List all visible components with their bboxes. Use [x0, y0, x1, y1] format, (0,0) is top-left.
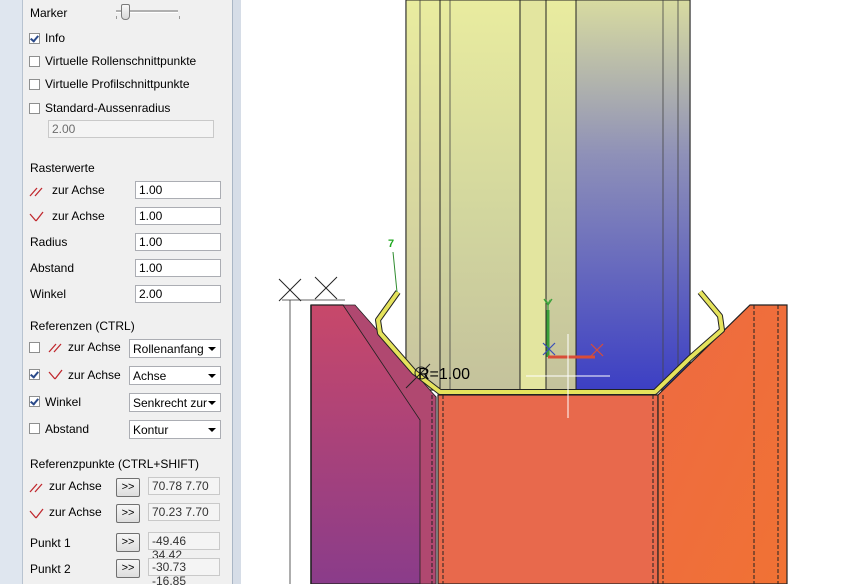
marker-label: Marker [30, 6, 68, 20]
perpendicular-icon [29, 508, 44, 519]
raster-zur-achse-parallel-input[interactable] [135, 181, 221, 199]
punkt-2-label: Punkt 2 [30, 562, 71, 576]
radius-annotation: R=1.00 [418, 366, 470, 383]
ref-abstand-select[interactable]: Kontur [129, 420, 221, 439]
ref-zur-achse-perpendicular-select[interactable]: Achse [129, 366, 221, 385]
marker-slider-thumb[interactable] [121, 4, 130, 20]
parallel-icon [29, 187, 43, 197]
marker-slider[interactable] [116, 4, 180, 22]
aussenradius-input[interactable] [48, 120, 214, 138]
ref-zur-achse-perpendicular-label: zur Achse [68, 368, 121, 382]
refpunkt-zur-achse-perpendicular-label: zur Achse [49, 505, 102, 519]
reference-cross-markers [278, 276, 338, 302]
info-label: Info [45, 31, 66, 45]
refpunkt-zur-achse-perpendicular-pick-button[interactable]: >> [116, 504, 140, 523]
ref-zur-achse-parallel-select-value: Rollenanfang [133, 342, 204, 356]
perpendicular-icon [48, 369, 63, 380]
ref-zur-achse-parallel-select[interactable]: Rollenanfang [129, 339, 221, 358]
chevron-down-icon [208, 374, 216, 378]
rasterwerte-heading: Rasterwerte [30, 161, 95, 175]
standard-aussenradius-label: Standard-Aussenradius [45, 101, 171, 115]
point-marker-leader [392, 251, 398, 293]
parallel-icon [29, 483, 43, 493]
ref-zur-achse-perpendicular-checkbox[interactable] [29, 369, 40, 380]
virtuelle-rollenschnittpunkte-checkbox[interactable] [29, 56, 40, 67]
ref-abstand-label: Abstand [45, 422, 90, 436]
chevron-down-icon [208, 428, 216, 432]
ref-abstand-select-value: Kontur [133, 423, 169, 437]
standard-aussenradius-checkbox[interactable] [29, 103, 40, 114]
punkt-1-value: -49.46 34.42 [148, 532, 220, 562]
ref-zur-achse-parallel-label: zur Achse [68, 340, 121, 354]
info-checkbox[interactable] [29, 33, 40, 44]
punkt-1-label: Punkt 1 [30, 536, 71, 550]
refpunkt-zur-achse-parallel-pick-button[interactable]: >> [116, 478, 140, 497]
upper-roll-right-face [575, 0, 691, 391]
chevron-down-icon [208, 347, 216, 351]
referenzpunkte-heading: Referenzpunkte (CTRL+SHIFT) [30, 457, 200, 471]
upper-roll-center-face [519, 0, 547, 391]
punkt-2-pick-button[interactable]: >> [116, 559, 140, 578]
raster-zur-achse-perpendicular-input[interactable] [135, 207, 221, 225]
ref-winkel-select-value: Senkrecht zur [133, 396, 208, 410]
punkt-1-pick-button[interactable]: >> [116, 533, 140, 552]
properties-panel: Marker Info Virtuelle Rollenschnittpunkt… [0, 0, 242, 588]
ref-zur-achse-parallel-checkbox[interactable] [29, 342, 40, 353]
raster-zur-achse-perpendicular-label: zur Achse [52, 209, 105, 223]
raster-abstand-input[interactable] [135, 259, 221, 277]
ref-winkel-label: Winkel [45, 395, 82, 409]
refpunkt-zur-achse-perpendicular-value: 70.23 7.70 [148, 503, 220, 521]
lower-roll-center [437, 394, 659, 584]
parallel-icon [48, 343, 62, 353]
virtuelle-profilschnittpunkte-label: Virtuelle Profilschnittpunkte [45, 77, 190, 91]
upper-roll-center-right-face [545, 0, 577, 391]
perpendicular-icon [29, 211, 44, 222]
point-marker-label: 7 [388, 238, 394, 250]
punkt-2-value: -30.73 -16.85 [148, 558, 220, 588]
ref-abstand-checkbox[interactable] [29, 423, 40, 434]
virtuelle-rollenschnittpunkte-label: Virtuelle Rollenschnittpunkte [45, 54, 197, 68]
ref-winkel-checkbox[interactable] [29, 396, 40, 407]
raster-winkel-input[interactable] [135, 285, 221, 303]
chevron-down-icon [208, 401, 216, 405]
ref-zur-achse-perpendicular-select-value: Achse [133, 369, 167, 383]
refpunkt-zur-achse-parallel-label: zur Achse [49, 479, 102, 493]
ref-winkel-select[interactable]: Senkrecht zur [129, 393, 221, 412]
upper-roll-center-left-face [439, 0, 521, 391]
raster-abstand-label: Abstand [30, 261, 75, 275]
raster-radius-input[interactable] [135, 233, 221, 251]
referenzen-heading: Referenzen (CTRL) [30, 319, 135, 333]
raster-zur-achse-parallel-label: zur Achse [52, 183, 105, 197]
virtuelle-profilschnittpunkte-checkbox[interactable] [29, 79, 40, 90]
raster-radius-label: Radius [30, 235, 68, 249]
axis-y-label: Y [545, 298, 551, 308]
roll-profile-drawing: 7 R=1.00 Y [278, 0, 788, 584]
refpunkt-zur-achse-parallel-value: 70.78 7.70 [148, 477, 220, 495]
upper-roll-left-face [405, 0, 441, 391]
cad-viewport[interactable]: 7 R=1.00 Y [241, 0, 852, 584]
raster-winkel-label: Winkel [30, 287, 67, 301]
